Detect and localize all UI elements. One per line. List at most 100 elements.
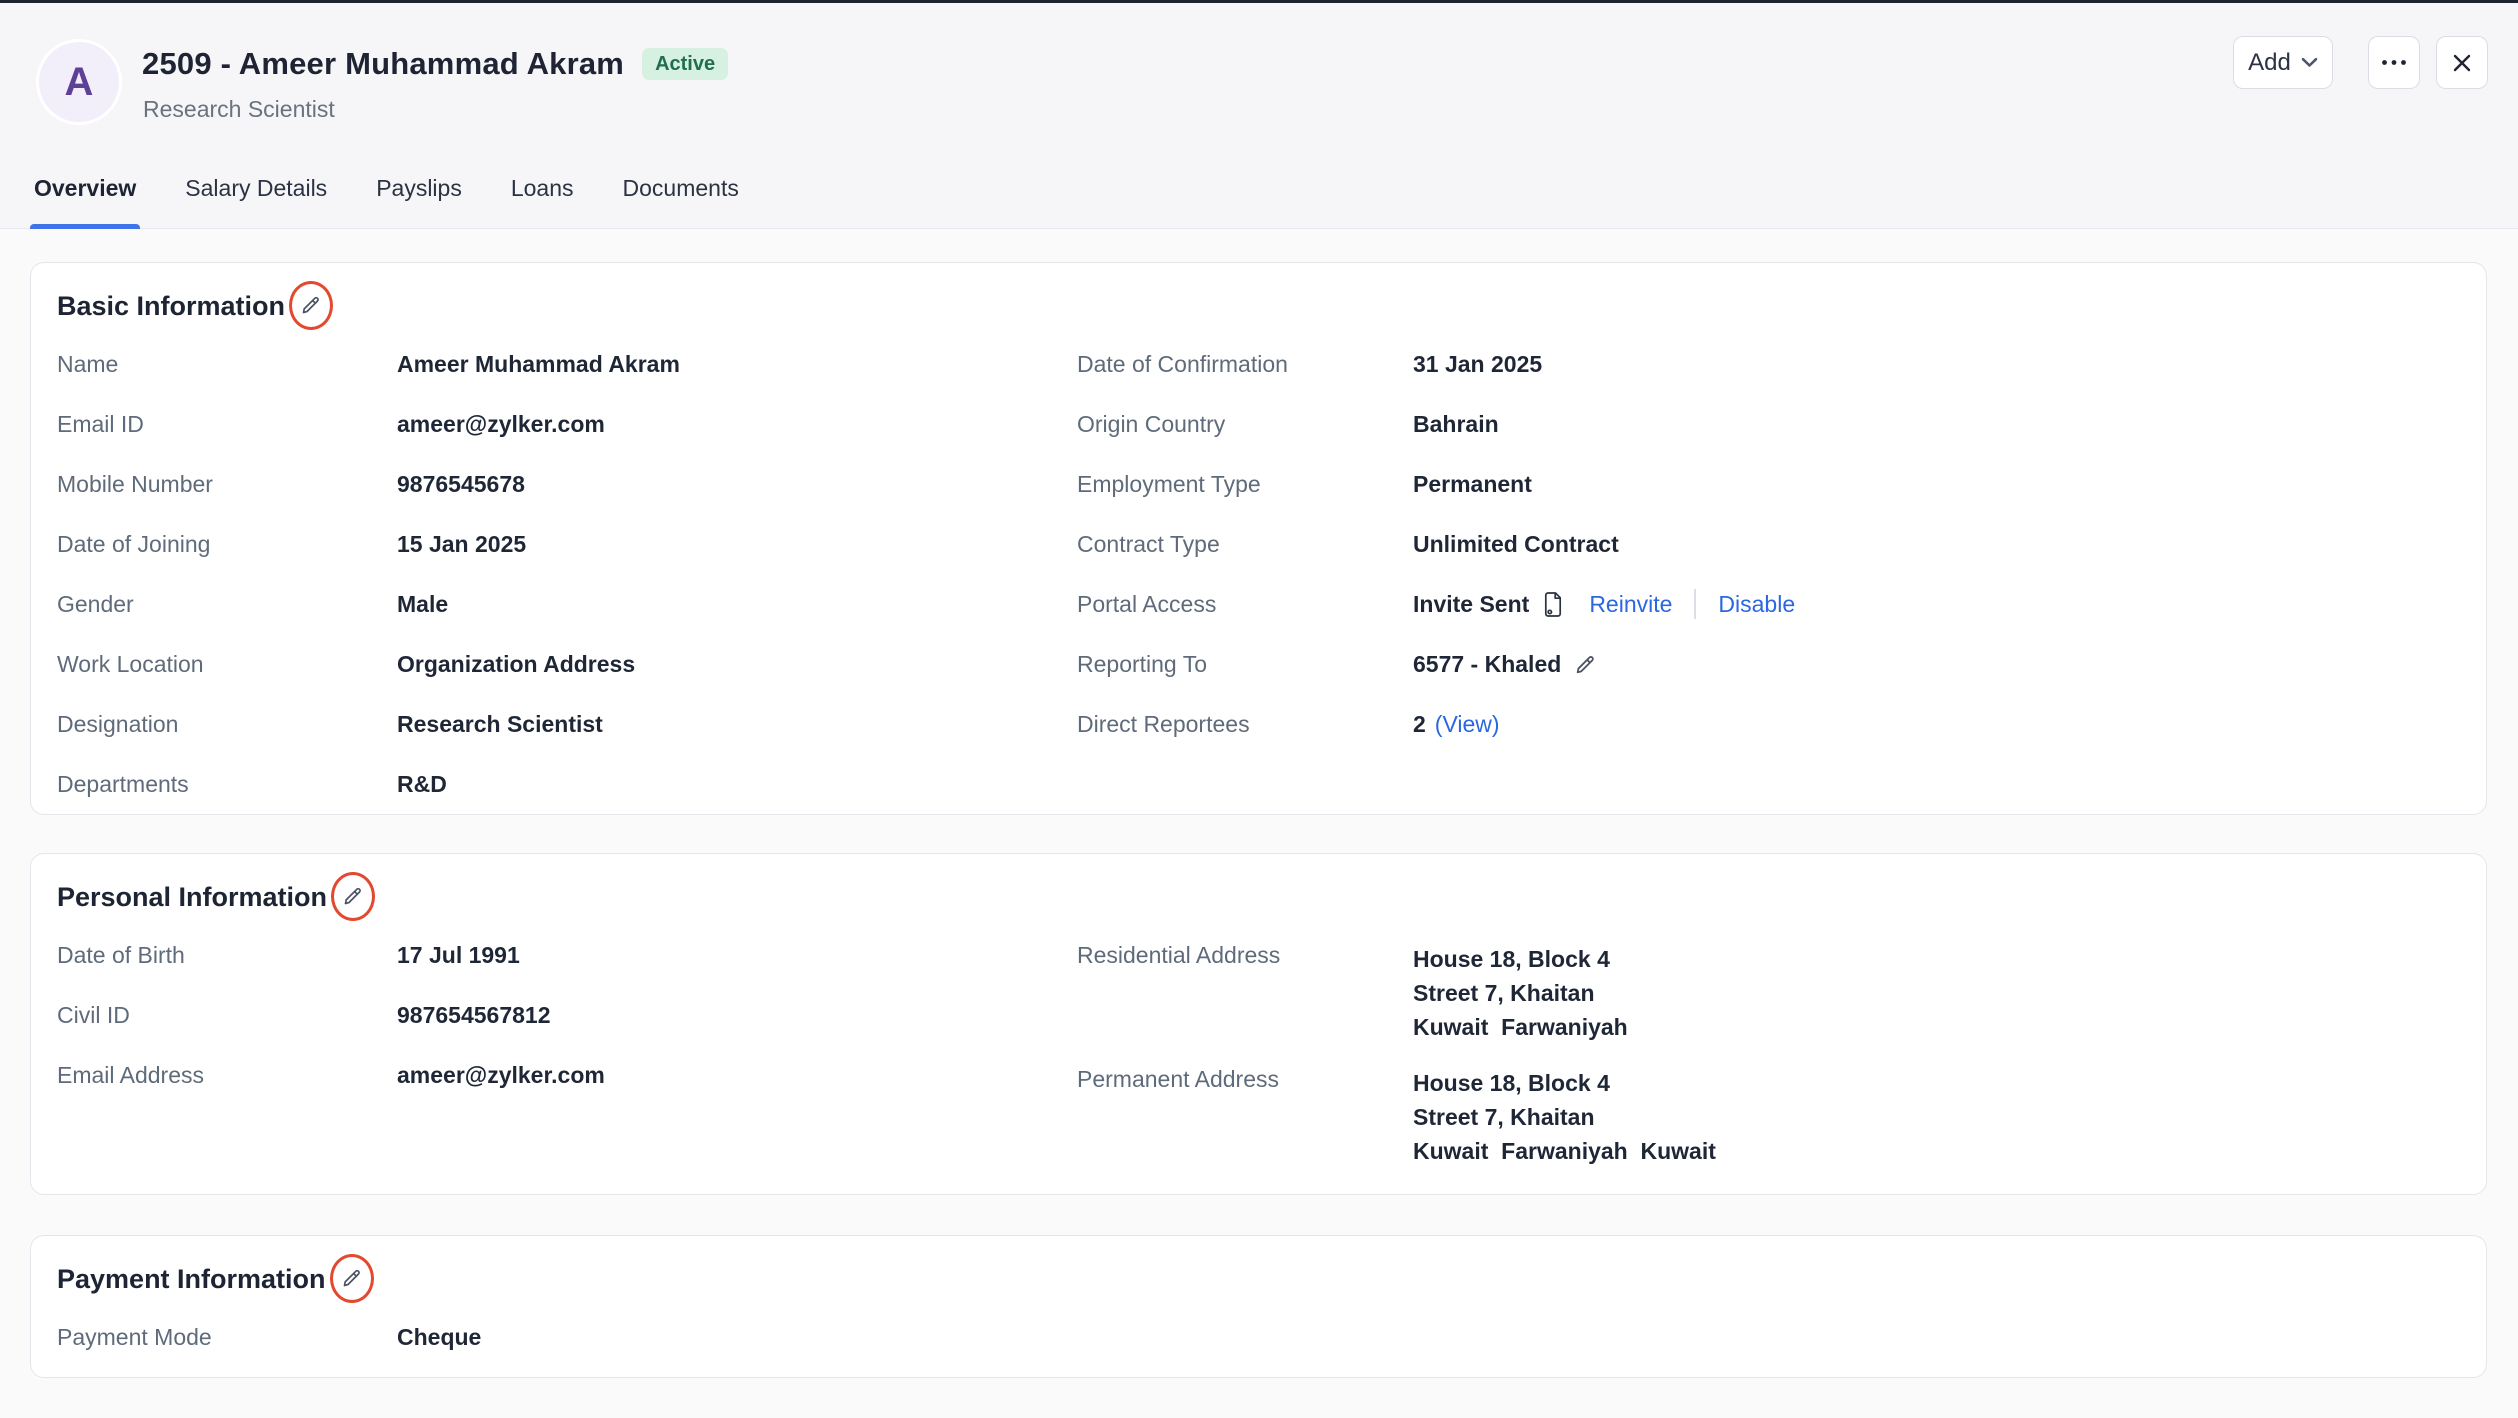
pencil-icon (340, 1266, 364, 1290)
tab-bar: Overview Salary Details Payslips Loans D… (32, 175, 741, 229)
field-value: Unlimited Contract (1413, 531, 2456, 557)
field-label: Direct Reportees (1077, 711, 1413, 737)
address-line: House 18, Block 4 (1413, 1066, 2456, 1100)
add-button[interactable]: Add (2233, 36, 2333, 89)
close-icon (2452, 53, 2472, 73)
payment-rows: Payment Mode Cheque (57, 1324, 2456, 1350)
field-label: Permanent Address (1077, 1066, 1413, 1092)
pencil-icon (341, 884, 365, 908)
pencil-icon (299, 293, 323, 317)
field-value: Organization Address (397, 651, 1077, 677)
address-line: Kuwait Farwaniyah Kuwait (1413, 1134, 2456, 1168)
field-label: Payment Mode (57, 1324, 397, 1350)
section-title: Payment Information (57, 1262, 326, 1296)
ellipsis-icon (2381, 59, 2407, 66)
field-label: Date of Joining (57, 531, 397, 557)
field-value: Bahrain (1413, 411, 2456, 437)
address-line: House 18, Block 4 (1413, 942, 2456, 976)
reportees-count: 2 (1413, 711, 1426, 737)
portal-status: Invite Sent (1413, 591, 1529, 617)
field-label: Date of Birth (57, 942, 397, 968)
field-label: Mobile Number (57, 471, 397, 497)
avatar-letter: A (65, 60, 94, 105)
field-label: Date of Confirmation (1077, 351, 1413, 377)
basic-left-rows: Name Ameer Muhammad Akram Email ID ameer… (57, 351, 1077, 797)
personal-left-rows: Date of Birth 17 Jul 1991 Civil ID 98765… (57, 942, 1077, 1088)
portal-access-value: Invite Sent Reinvite Disable (1413, 591, 2456, 617)
field-label: Civil ID (57, 1002, 397, 1028)
address-line: Kuwait Farwaniyah (1413, 1010, 2456, 1044)
edit-payment-information-button[interactable] (330, 1254, 374, 1303)
field-value: 31 Jan 2025 (1413, 351, 2456, 377)
field-label: Departments (57, 771, 397, 797)
tab-overview[interactable]: Overview (32, 175, 138, 229)
personal-information-columns: Date of Birth 17 Jul 1991 Civil ID 98765… (57, 942, 2456, 1168)
reinvite-link[interactable]: Reinvite (1589, 591, 1672, 617)
field-label: Gender (57, 591, 397, 617)
basic-right-rows: Date of Confirmation 31 Jan 2025 Origin … (1077, 351, 2456, 737)
page-title: 2509 - Ameer Muhammad Akram (142, 46, 624, 82)
header-buttons: Add (2233, 36, 2488, 89)
field-value: R&D (397, 771, 1077, 797)
basic-information-header: Basic Information (57, 289, 2456, 323)
view-reportees-link[interactable]: (View) (1435, 711, 1500, 737)
field-value: ameer@zylker.com (397, 411, 1077, 437)
field-label: Origin Country (1077, 411, 1413, 437)
payment-information-card: Payment Information Payment Mode Cheque (30, 1235, 2487, 1378)
chevron-down-icon (2301, 57, 2318, 68)
field-label: Designation (57, 711, 397, 737)
tab-payslips[interactable]: Payslips (374, 175, 464, 229)
tab-loans[interactable]: Loans (509, 175, 576, 229)
add-button-label: Add (2248, 49, 2291, 77)
reporting-to-value: 6577 - Khaled (1413, 651, 2456, 677)
permanent-address-value: House 18, Block 4 Street 7, Khaitan Kuwa… (1413, 1066, 2456, 1168)
field-value: ameer@zylker.com (397, 1062, 1077, 1088)
field-label: Name (57, 351, 397, 377)
field-value: Ameer Muhammad Akram (397, 351, 1077, 377)
edit-personal-information-button[interactable] (331, 872, 375, 921)
field-label: Employment Type (1077, 471, 1413, 497)
field-label: Reporting To (1077, 651, 1413, 677)
field-label: Contract Type (1077, 531, 1413, 557)
personal-right-rows: Residential Address House 18, Block 4 St… (1077, 942, 2456, 1168)
field-value: 15 Jan 2025 (397, 531, 1077, 557)
field-label: Work Location (57, 651, 397, 677)
avatar: A (36, 39, 122, 125)
tab-documents[interactable]: Documents (621, 175, 741, 229)
field-label: Email ID (57, 411, 397, 437)
tab-salary-details[interactable]: Salary Details (183, 175, 329, 229)
field-label: Residential Address (1077, 942, 1413, 968)
field-value: 9876545678 (397, 471, 1077, 497)
field-value: Male (397, 591, 1077, 617)
residential-address-value: House 18, Block 4 Street 7, Khaitan Kuwa… (1413, 942, 2456, 1044)
employee-designation: Research Scientist (143, 96, 335, 123)
employee-header: A 2509 - Ameer Muhammad Akram Active Res… (0, 3, 2518, 229)
section-title: Basic Information (57, 289, 285, 323)
personal-information-card: Personal Information Date of Birth 17 Ju… (30, 853, 2487, 1195)
field-value: Cheque (397, 1324, 2456, 1350)
field-label: Email Address (57, 1062, 397, 1088)
basic-information-card: Basic Information Name Ameer Muhammad Ak… (30, 262, 2487, 815)
edit-basic-information-button[interactable] (289, 281, 333, 330)
edit-reporting-to-button[interactable] (1573, 652, 1598, 677)
payment-information-header: Payment Information (57, 1262, 2456, 1296)
direct-reportees-value: 2 (View) (1413, 711, 2456, 737)
personal-information-header: Personal Information (57, 880, 2456, 914)
more-button[interactable] (2368, 36, 2420, 89)
field-value: 6577 - Khaled (1413, 651, 1561, 677)
basic-information-columns: Name Ameer Muhammad Akram Email ID ameer… (57, 351, 2456, 797)
field-value: 17 Jul 1991 (397, 942, 1077, 968)
address-line: Street 7, Khaitan (1413, 1100, 2456, 1134)
field-label: Portal Access (1077, 591, 1413, 617)
field-value: Research Scientist (397, 711, 1077, 737)
field-value: 987654567812 (397, 1002, 1077, 1028)
invite-sent-document-icon (1541, 591, 1565, 618)
field-value: Permanent (1413, 471, 2456, 497)
status-badge: Active (642, 48, 728, 80)
disable-link[interactable]: Disable (1718, 591, 1795, 617)
close-button[interactable] (2436, 36, 2488, 89)
address-line: Street 7, Khaitan (1413, 976, 2456, 1010)
title-row: 2509 - Ameer Muhammad Akram Active (142, 43, 728, 85)
link-divider (1694, 589, 1696, 619)
section-title: Personal Information (57, 880, 327, 914)
